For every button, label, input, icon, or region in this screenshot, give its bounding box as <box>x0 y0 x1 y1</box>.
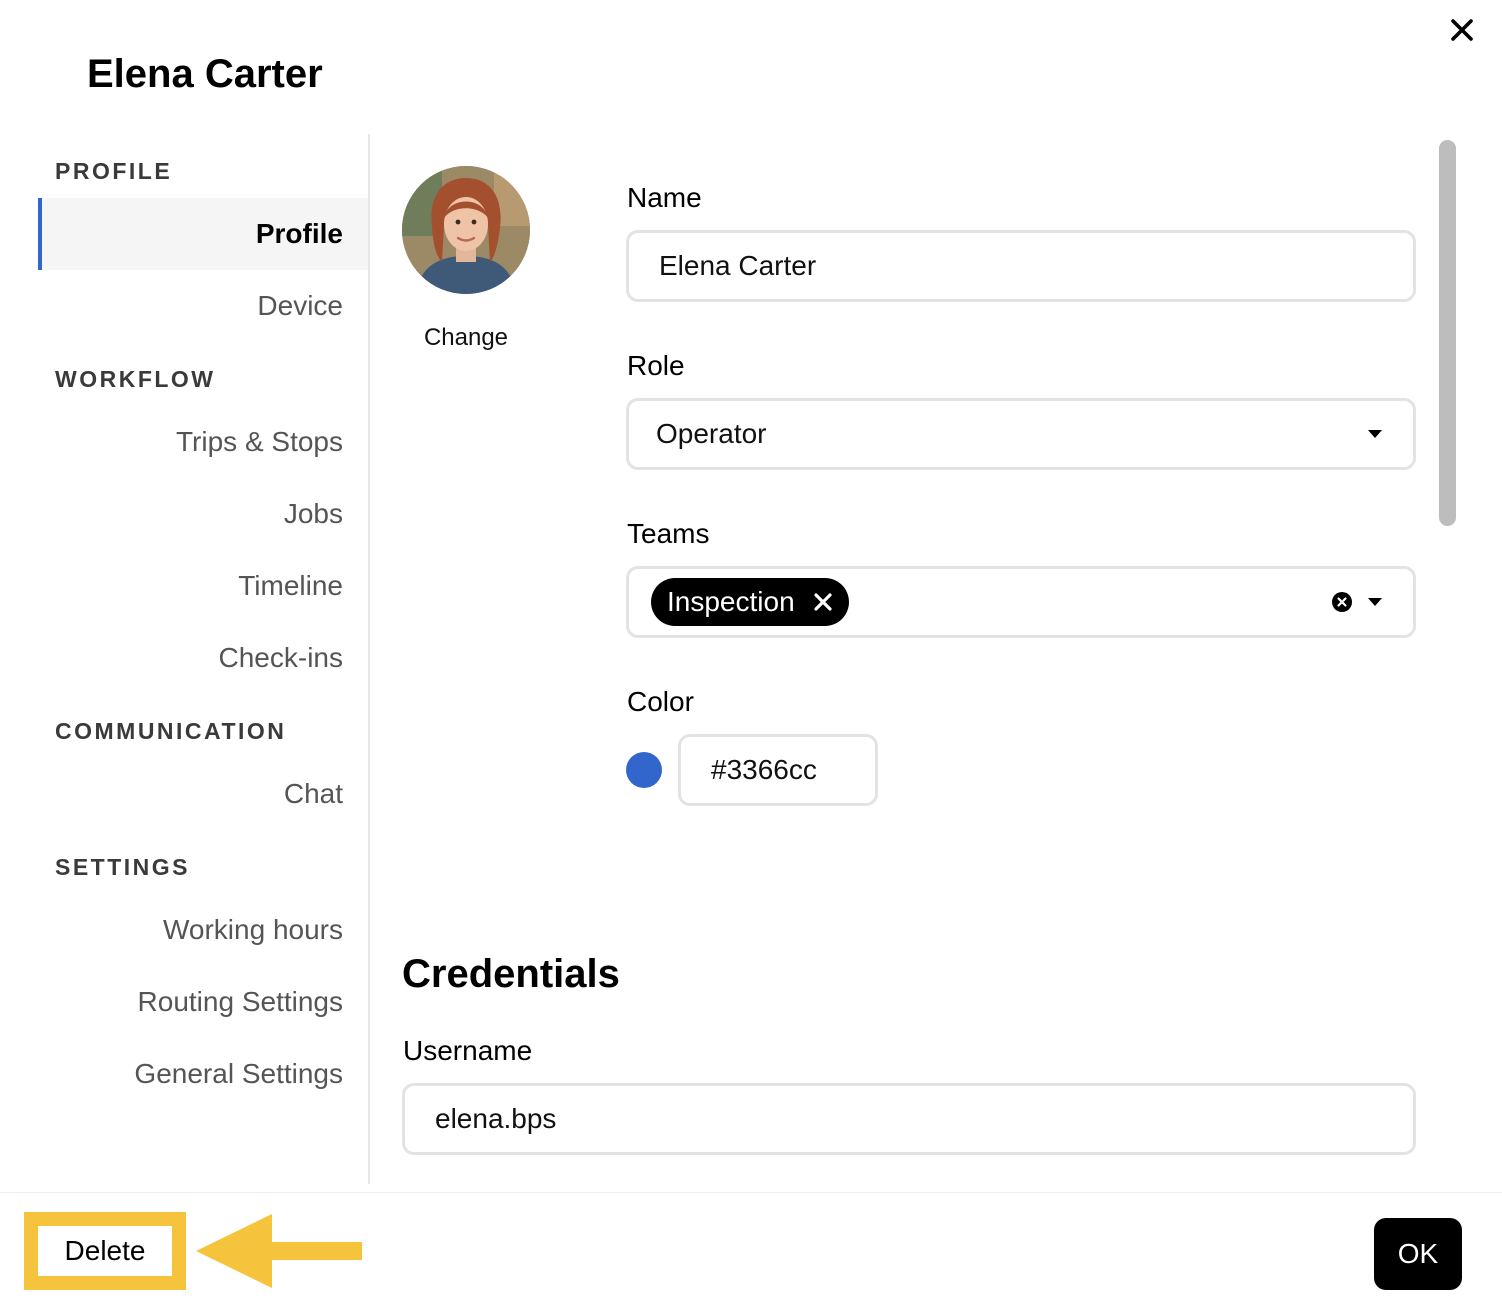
avatar[interactable] <box>402 166 530 294</box>
arrow-left-icon <box>196 1214 362 1288</box>
sidebar-item-jobs[interactable]: Jobs <box>38 478 368 550</box>
section-label-profile: PROFILE <box>55 158 173 184</box>
name-input[interactable] <box>659 250 1413 282</box>
sidebar-item-timeline[interactable]: Timeline <box>38 550 368 622</box>
close-button[interactable] <box>1440 10 1484 50</box>
username-label: Username <box>403 1035 533 1066</box>
sidebar-item-profile[interactable]: Profile <box>38 198 368 270</box>
role-label: Role <box>627 350 685 381</box>
sidebar-item-routing-settings[interactable]: Routing Settings <box>38 966 368 1038</box>
role-select-value: Operator <box>656 418 767 449</box>
sidebar-item-chat[interactable]: Chat <box>38 758 368 830</box>
close-icon <box>1451 19 1473 41</box>
section-label-settings: SETTINGS <box>55 854 191 880</box>
scrollbar-thumb[interactable] <box>1439 140 1456 526</box>
teams-label: Teams <box>627 518 710 549</box>
caret-down-icon[interactable] <box>1367 597 1383 607</box>
caret-down-icon <box>1368 430 1382 438</box>
team-chip-label: Inspection <box>667 586 795 617</box>
sidebar-item-check-ins[interactable]: Check-ins <box>38 622 368 694</box>
ok-button[interactable]: OK <box>1374 1218 1462 1290</box>
color-swatch[interactable] <box>626 752 662 788</box>
username-field-box <box>402 1083 1416 1155</box>
name-field-box <box>626 230 1416 302</box>
avatar-photo <box>402 166 530 294</box>
remove-chip-button[interactable] <box>813 592 833 612</box>
sidebar-divider <box>368 134 370 1184</box>
sidebar-item-working-hours[interactable]: Working hours <box>38 894 368 966</box>
sidebar-nav: PROFILE Profile Device WORKFLOW Trips & … <box>0 134 368 1184</box>
clipped-helper-text <box>402 1168 1416 1184</box>
sidebar-item-trips-stops[interactable]: Trips & Stops <box>38 406 368 478</box>
section-label-communication: COMMUNICATION <box>55 718 287 744</box>
teams-multiselect[interactable]: Inspection <box>626 566 1416 638</box>
team-chip-inspection: Inspection <box>651 578 849 626</box>
teams-controls <box>1331 591 1383 613</box>
role-select[interactable]: Operator <box>626 398 1416 470</box>
color-label: Color <box>627 686 694 717</box>
section-label-workflow: WORKFLOW <box>55 366 216 392</box>
dialog-title: Elena Carter <box>87 52 323 96</box>
delete-button[interactable]: Delete <box>38 1226 172 1276</box>
close-icon <box>814 593 832 611</box>
color-field-box <box>678 734 878 806</box>
username-input[interactable] <box>435 1103 1413 1135</box>
sidebar-item-general-settings[interactable]: General Settings <box>38 1038 368 1110</box>
change-avatar-link[interactable]: Change <box>402 324 530 352</box>
name-label: Name <box>627 182 702 213</box>
sidebar-item-device[interactable]: Device <box>38 270 368 342</box>
credentials-heading: Credentials <box>402 952 620 996</box>
color-hex-input[interactable] <box>711 754 875 786</box>
clear-circle-icon[interactable] <box>1331 591 1353 613</box>
